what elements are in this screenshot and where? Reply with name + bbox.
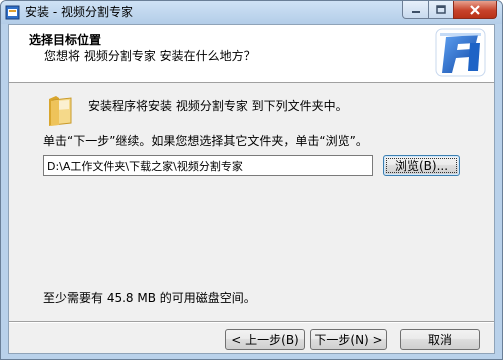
installer-icon: [5, 5, 20, 20]
footer-divider: [9, 321, 494, 323]
next-button[interactable]: 下一步(N) >: [310, 329, 387, 350]
folder-icon: [49, 96, 72, 126]
maximize-button[interactable]: [428, 1, 454, 19]
minimize-button[interactable]: [402, 1, 429, 19]
wizard-header: 选择目标位置 您想将 视频分割专家 安装在什么地方？: [9, 25, 494, 83]
browse-button[interactable]: 浏览(B)...: [383, 155, 460, 176]
window-title: 安装 - 视频分割专家: [25, 5, 133, 19]
close-icon: [470, 4, 480, 15]
minimize-icon: [411, 10, 420, 13]
back-button[interactable]: < 上一步(B): [225, 329, 305, 350]
page-subtitle: 您想将 视频分割专家 安装在什么地方？: [44, 49, 256, 63]
install-path-input[interactable]: [43, 155, 373, 176]
instruction-text: 单击“下一步”继续。如果您想选择其它文件夹，单击“浏览”。: [43, 134, 368, 148]
disk-space-text: 至少需要有 45.8 MB 的可用磁盘空间。: [43, 291, 256, 305]
destination-text: 安装程序将安装 视频分割专家 到下列文件夹中。: [88, 99, 348, 113]
title-bar[interactable]: 安装 - 视频分割专家: [1, 1, 502, 24]
page-title: 选择目标位置: [29, 33, 102, 47]
maximize-icon: [436, 5, 446, 14]
installer-window: 安装 - 视频分割专家 选择目标位置 您想将 视频分割专家 安装在什么地方？ 安…: [0, 0, 503, 360]
cancel-button[interactable]: 取消: [400, 329, 480, 350]
close-button[interactable]: [453, 1, 497, 19]
wizard-page: 选择目标位置 您想将 视频分割专家 安装在什么地方？ 安装程序将安装 视频分割专…: [8, 24, 495, 354]
app-logo: [435, 28, 486, 77]
